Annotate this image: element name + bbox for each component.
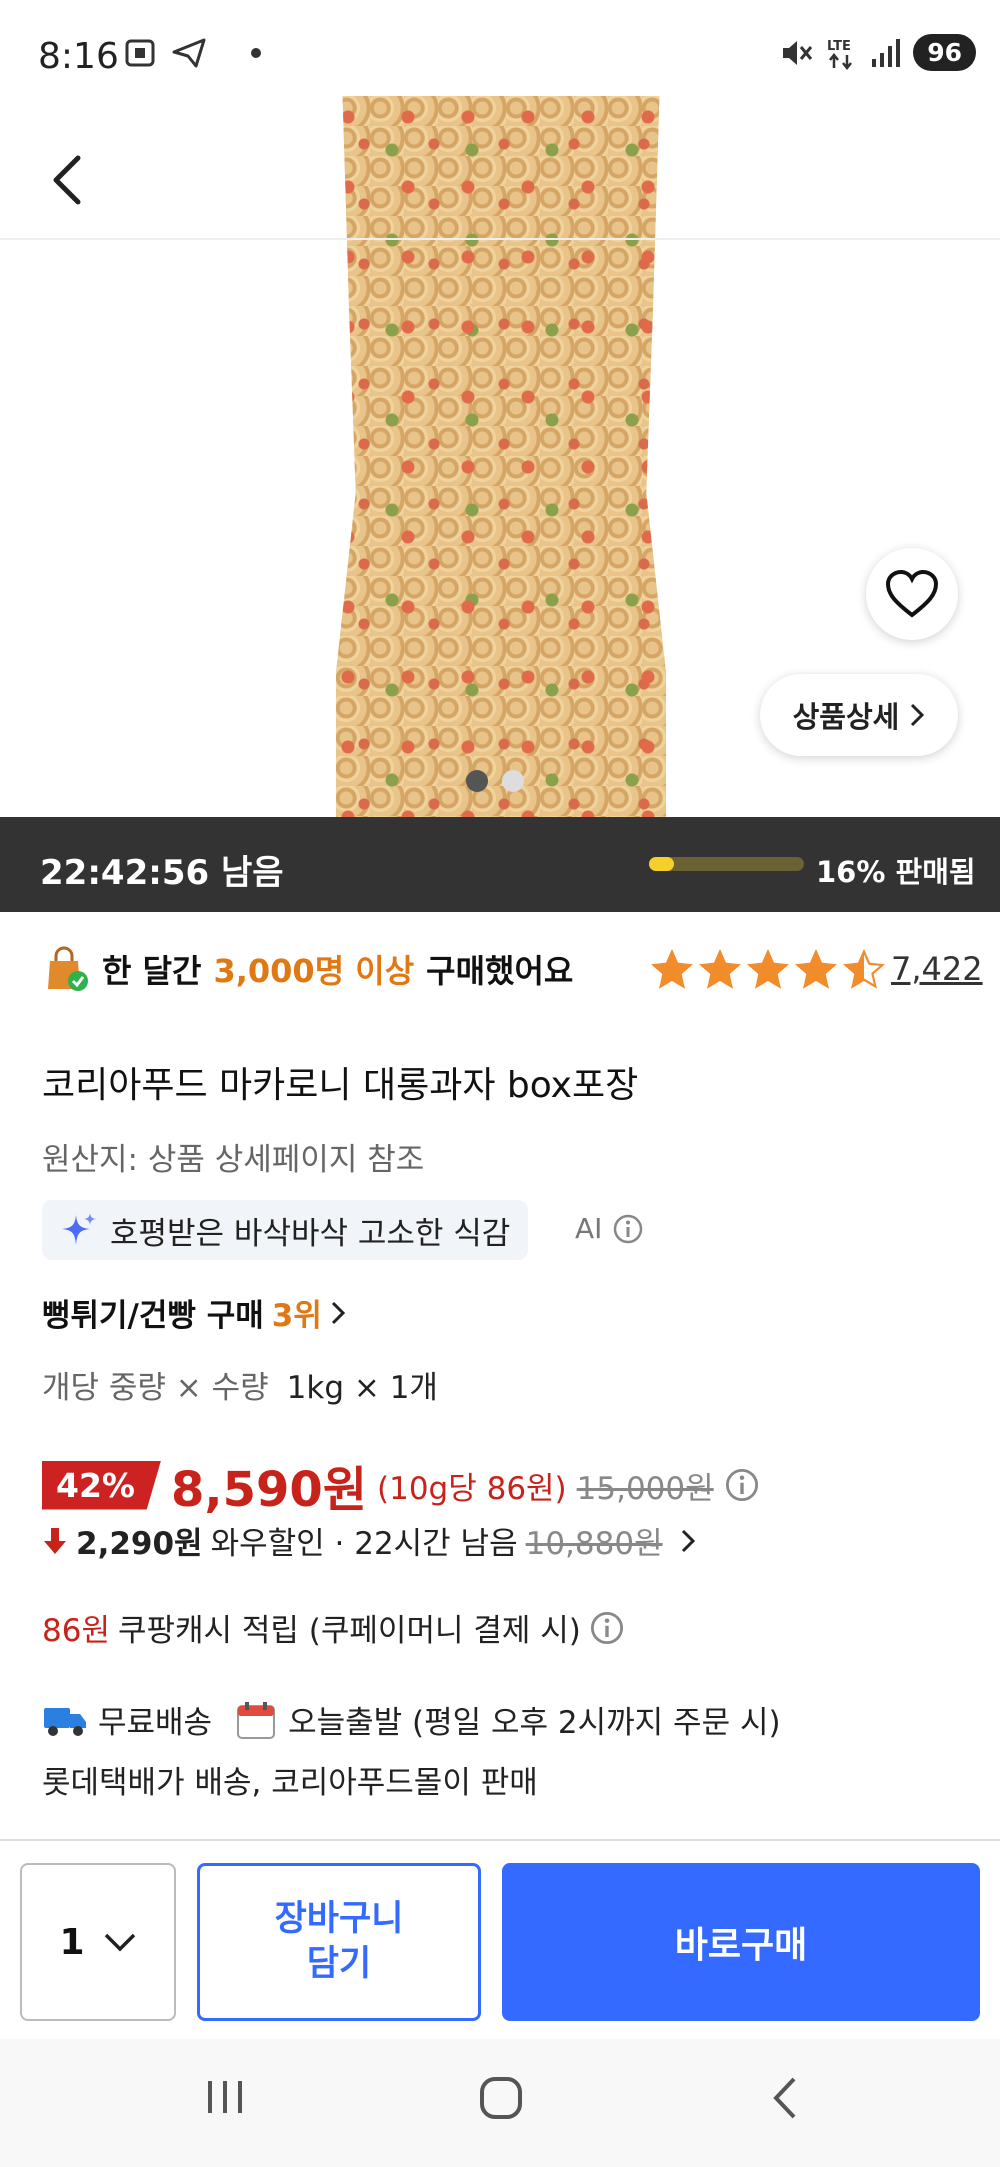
header-divider xyxy=(0,238,1000,240)
product-image xyxy=(336,96,666,817)
shipping-row: 무료배송 오늘출발 (평일 오후 2시까지 주문 시) xyxy=(42,1697,781,1742)
purchase-prefix: 한 달간 xyxy=(102,952,202,990)
cash-text: 쿠팡캐시 적립 (쿠페이머니 결제 시) xyxy=(117,1613,581,1649)
chevron-right-icon xyxy=(911,703,925,727)
rank-position: 3위 xyxy=(271,1298,322,1334)
dispatch-label: 오늘출발 (평일 오후 2시까지 주문 시) xyxy=(288,1705,781,1741)
star-icon xyxy=(794,948,838,996)
lte-icon: LTE xyxy=(827,39,853,70)
seller-info: 롯데택배가 배송, 코리아푸드몰이 판매 xyxy=(42,1765,538,1801)
sparkle-icon xyxy=(62,1213,96,1245)
info-icon xyxy=(614,1214,643,1243)
carousel-dot xyxy=(502,770,524,792)
rating-stars[interactable] xyxy=(650,948,886,996)
quantity-label: 개당 중량 × 수량 xyxy=(42,1370,269,1406)
unit-price: (10g당 86원) xyxy=(377,1470,567,1507)
ai-summary-chip[interactable]: 호평받은 바삭바삭 고소한 식감 xyxy=(42,1200,529,1260)
product-detail-button[interactable]: 상품상세 xyxy=(760,674,958,756)
chevron-down-icon xyxy=(104,1933,135,1952)
category-rank-link[interactable]: 뻥튀기/건빵 구매 3위 xyxy=(42,1290,346,1335)
wow-amount: 2,290원 xyxy=(76,1526,203,1562)
status-time: 8:16 xyxy=(38,36,119,77)
quantity-select-value: 1 xyxy=(59,1921,85,1963)
svg-text:LTE: LTE xyxy=(827,39,851,54)
battery-level: 96 xyxy=(913,34,976,71)
time-remaining: 22:42:56 남음 xyxy=(40,853,284,893)
arrow-down-icon xyxy=(44,1527,66,1554)
cash-reward-row: 86원 쿠팡캐시 적립 (쿠페이머니 결제 시) xyxy=(42,1605,625,1650)
sold-progress-bar xyxy=(649,857,804,871)
system-nav-bar xyxy=(0,2039,1000,2167)
mute-icon xyxy=(783,40,813,65)
info-icon[interactable] xyxy=(724,1467,760,1503)
back-arrow-icon xyxy=(53,155,81,205)
star-icon xyxy=(650,948,694,996)
wishlist-button[interactable] xyxy=(866,548,958,640)
star-icon xyxy=(698,948,742,996)
home-icon[interactable] xyxy=(476,2073,526,2123)
screenshot-icon xyxy=(125,39,155,67)
signal-icon xyxy=(872,38,901,67)
original-price: 15,000원 xyxy=(576,1470,714,1507)
add-to-cart-button[interactable]: 장바구니 담기 xyxy=(197,1863,481,2021)
purchase-action-bar: 1 장바구니 담기 바로구매 xyxy=(0,1839,1000,2039)
status-right-icons: LTE 96 xyxy=(779,34,976,71)
purchase-suffix: 구매했어요 xyxy=(426,952,574,990)
cash-amount: 86원 xyxy=(42,1613,110,1649)
calendar-icon xyxy=(237,1701,276,1739)
ai-summary-text: 호평받은 바삭바삭 고소한 식감 xyxy=(110,1215,511,1252)
sold-progress-fill xyxy=(649,857,674,871)
back-nav-icon[interactable] xyxy=(764,2073,804,2123)
star-icon xyxy=(746,948,790,996)
review-count-link[interactable]: 7,422 xyxy=(891,950,983,988)
quantity-select[interactable]: 1 xyxy=(20,1863,176,2021)
shopping-bag-check-icon xyxy=(48,946,88,991)
telegram-icon xyxy=(172,38,206,68)
delivery-truck-icon xyxy=(44,1707,86,1736)
wow-original-price: 10,880원 xyxy=(525,1526,663,1562)
chevron-right-icon xyxy=(331,1301,345,1324)
star-icon xyxy=(842,948,886,996)
ai-label: AI xyxy=(575,1212,603,1245)
buy-now-button[interactable]: 바로구매 xyxy=(502,1863,980,2021)
purchase-count-row: 한 달간 3,000명 이상 구매했어요 xyxy=(42,945,573,993)
ai-info[interactable]: AI xyxy=(575,1212,644,1245)
carousel-indicator xyxy=(466,770,524,792)
product-detail-label: 상품상세 xyxy=(792,700,900,734)
chevron-right-icon xyxy=(681,1529,695,1552)
carousel-dot-active xyxy=(466,770,488,792)
wow-discount-row[interactable]: 2,290원 와우할인 · 22시간 남음 10,880원 xyxy=(42,1518,697,1563)
status-left-icons xyxy=(124,38,262,68)
heart-icon xyxy=(885,569,939,618)
wow-text: 와우할인 · 22시간 남음 xyxy=(210,1526,518,1562)
purchase-highlight: 3,000명 이상 xyxy=(213,952,415,990)
product-origin: 원산지: 상품 상세페이지 참조 xyxy=(42,1142,425,1178)
back-button[interactable] xyxy=(46,150,96,210)
quantity-info: 개당 중량 × 수량 1kg × 1개 xyxy=(42,1362,438,1407)
status-bar: 8:16 LTE 96 xyxy=(0,0,1000,112)
recent-apps-icon[interactable] xyxy=(200,2073,250,2119)
notification-dot-icon xyxy=(251,48,261,58)
price-row: 42% 8,590원 (10g당 86원) 15,000원 xyxy=(42,1450,760,1520)
product-title: 코리아푸드 마카로니 대롱과자 box포장 xyxy=(42,1065,639,1106)
sold-percent-label: 16% 판매됨 xyxy=(816,855,976,889)
sale-timer-bar: 22:42:56 남음 16% 판매됨 xyxy=(0,817,1000,912)
discount-badge: 42% xyxy=(42,1460,161,1510)
info-icon[interactable] xyxy=(589,1610,625,1646)
product-image-carousel[interactable]: 상품상세 xyxy=(0,0,1000,817)
rank-category: 뻥튀기/건빵 구매 xyxy=(42,1298,264,1334)
free-shipping-label: 무료배송 xyxy=(98,1705,213,1741)
quantity-value: 1kg × 1개 xyxy=(286,1370,438,1406)
sale-price: 8,590원 xyxy=(171,1462,367,1518)
